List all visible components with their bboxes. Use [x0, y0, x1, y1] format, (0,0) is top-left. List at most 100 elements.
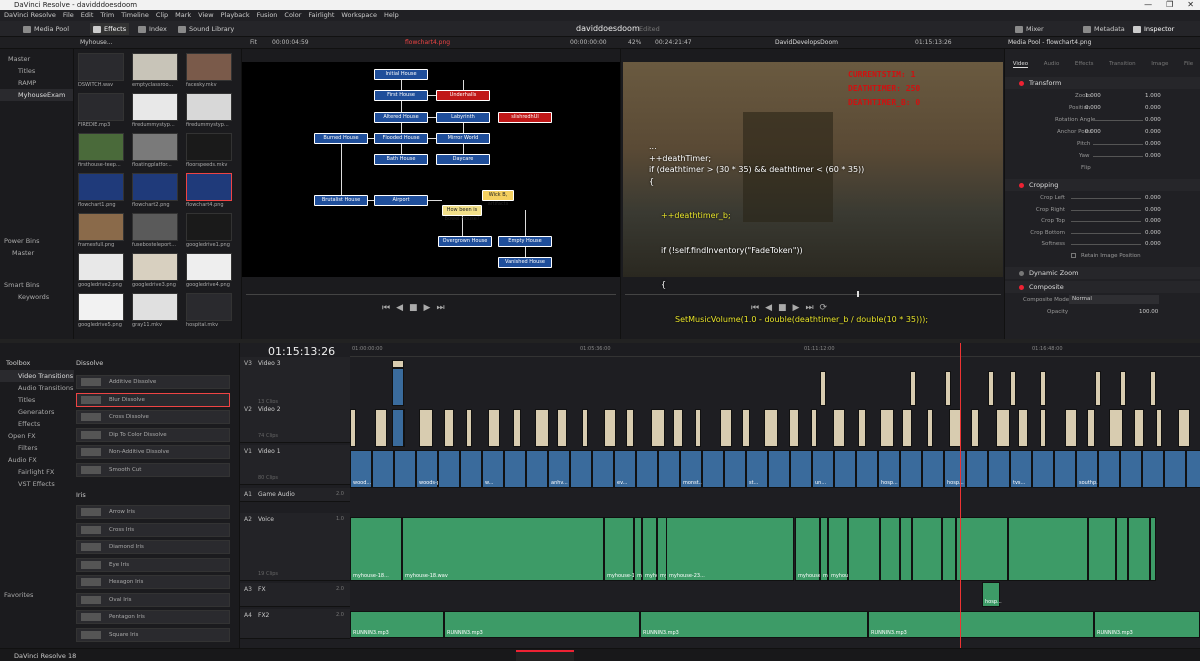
- a2-audio-clip[interactable]: myhouse-21.wav: [795, 517, 841, 581]
- menu-clip[interactable]: Clip: [156, 10, 168, 21]
- v1-clip[interactable]: [504, 450, 526, 488]
- v2-clip[interactable]: [582, 409, 588, 447]
- a2-audio-clip[interactable]: [1088, 517, 1116, 581]
- close-button[interactable]: ✕: [1187, 0, 1194, 10]
- v2-clip[interactable]: [392, 409, 404, 447]
- toolbox-item[interactable]: Fairlight FX: [0, 466, 74, 478]
- v2-clip[interactable]: [927, 409, 933, 447]
- transition-item[interactable]: Oval Iris: [76, 592, 230, 607]
- transition-item[interactable]: Square Iris: [76, 627, 230, 642]
- media-thumbnail[interactable]: facesky.mkv: [186, 53, 232, 89]
- media-thumbnail[interactable]: firedummystyp...: [186, 93, 232, 129]
- media-thumbnail[interactable]: floatingplatfor...: [132, 133, 178, 169]
- v3-clip[interactable]: [1010, 371, 1016, 406]
- transition-item[interactable]: Dip To Color Dissolve: [76, 427, 230, 442]
- v2-clip[interactable]: [466, 409, 472, 447]
- v2-clip[interactable]: [996, 409, 1010, 447]
- v2-clip[interactable]: [651, 409, 665, 447]
- v2-clip[interactable]: [1109, 409, 1123, 447]
- track-header-v1[interactable]: V1 Video 1 80 Clips: [240, 445, 350, 485]
- v2-clip[interactable]: [557, 409, 567, 447]
- index-button[interactable]: Index: [135, 23, 170, 35]
- retain-image-row[interactable]: Retain Image Position: [1005, 251, 1200, 262]
- tab-audio[interactable]: Audio: [1044, 61, 1060, 67]
- smart-bin-keywords[interactable]: Keywords: [0, 291, 73, 303]
- v3-clip[interactable]: [945, 371, 951, 406]
- timeline-transport-controls[interactable]: ⏮◀■▶⏭⟳: [751, 303, 833, 313]
- tab-image[interactable]: Image: [1151, 61, 1168, 67]
- a3-audio-clip[interactable]: hosp...: [982, 582, 1002, 607]
- tab-file[interactable]: File: [1184, 61, 1193, 67]
- v1-clip[interactable]: [372, 450, 394, 488]
- media-thumbnail[interactable]: firedummystyp...: [132, 93, 178, 129]
- timeline-scrubber[interactable]: [625, 294, 1001, 295]
- transform-enable-dot[interactable]: [1019, 81, 1024, 86]
- effects-button[interactable]: Effects: [90, 23, 130, 35]
- menu-help[interactable]: Help: [384, 10, 399, 21]
- crop-slider[interactable]: [1071, 232, 1141, 234]
- v1-clip[interactable]: anhv...: [548, 450, 570, 488]
- section-cropping[interactable]: Cropping: [1005, 179, 1200, 191]
- media-thumbnail[interactable]: DSWITCH.wav: [78, 53, 124, 89]
- menu-fusion[interactable]: Fusion: [257, 10, 278, 21]
- timeline-zoom[interactable]: 42%: [628, 37, 641, 49]
- a2-audio-clip[interactable]: [1116, 517, 1128, 581]
- current-bin[interactable]: Myhouse...: [80, 37, 113, 49]
- menu-workspace[interactable]: Workspace: [341, 10, 377, 21]
- track-header-v2[interactable]: V2 Video 2 74 Clips: [240, 403, 350, 443]
- media-thumbnail[interactable]: googledrive1.png: [186, 213, 232, 249]
- v2-clip[interactable]: [1178, 409, 1190, 447]
- a2-audio-clip[interactable]: [900, 517, 912, 581]
- v1-clip[interactable]: woods-pete...: [416, 450, 453, 488]
- track-header-a4[interactable]: A4 FX2 2.0: [240, 609, 350, 639]
- v1-clip[interactable]: tvs...: [1010, 450, 1032, 488]
- v2-clip[interactable]: [1087, 409, 1095, 447]
- v2-clip[interactable]: [902, 409, 912, 447]
- a4-audio-clip[interactable]: RUNNIN3.mp3: [350, 611, 444, 638]
- a4-audio-clip[interactable]: RUNNIN3.mp3: [868, 611, 1094, 638]
- media-thumbnail[interactable]: googledrive4.png: [186, 253, 232, 289]
- a2-audio-clip[interactable]: myh...: [634, 517, 653, 581]
- v1-clip[interactable]: hosp...: [878, 450, 900, 488]
- transition-item[interactable]: Additive Dissolve: [76, 375, 230, 389]
- a2-audio-clip[interactable]: myhouse-23...: [666, 517, 794, 581]
- toolbox-item[interactable]: Audio Transitions: [0, 382, 74, 394]
- v1-clip[interactable]: [966, 450, 988, 488]
- v2-clip[interactable]: [1134, 409, 1144, 447]
- media-thumbnail[interactable]: emptyclassroo...: [132, 53, 178, 89]
- media-thumbnail[interactable]: hospital.mkv: [186, 293, 232, 329]
- v2-clip[interactable]: [488, 409, 500, 447]
- v1-clip[interactable]: wood...: [350, 450, 372, 488]
- a2-audio-clip[interactable]: myhouse-18...: [350, 517, 402, 581]
- section-dynamic-zoom[interactable]: Dynamic Zoom: [1005, 267, 1200, 279]
- media-thumbnail[interactable]: fusebosteleport...: [132, 213, 178, 249]
- v1-clip[interactable]: [570, 450, 592, 488]
- toolbox-item[interactable]: Video Transitions: [0, 370, 74, 382]
- source-fit[interactable]: Fit: [250, 37, 257, 49]
- v1-clip[interactable]: monst...: [680, 450, 703, 488]
- maximize-button[interactable]: ❐: [1166, 0, 1173, 10]
- track-header-a3[interactable]: A3 FX 2.0: [240, 583, 350, 607]
- transition-item[interactable]: Pentagon Iris: [76, 610, 230, 624]
- sound-library-button[interactable]: Sound Library: [175, 23, 237, 35]
- v1-clip[interactable]: [636, 450, 658, 488]
- a2-audio-clip[interactable]: [848, 517, 880, 581]
- menu-file[interactable]: File: [63, 10, 74, 21]
- a4-audio-clip[interactable]: RUNNIN3.mp3: [640, 611, 868, 638]
- tab-video[interactable]: Video: [1012, 61, 1029, 68]
- transition-item[interactable]: Non-Additive Dissolve: [76, 445, 230, 459]
- v2-clip[interactable]: [535, 409, 549, 447]
- transition-item[interactable]: Blur Dissolve: [76, 392, 230, 407]
- v3-clip[interactable]: [910, 371, 916, 406]
- v3-clip[interactable]: [988, 371, 994, 406]
- a2-audio-clip[interactable]: myhouse-24.wav: [828, 517, 874, 581]
- v1-clip[interactable]: [922, 450, 944, 488]
- v2-clip[interactable]: [604, 409, 616, 447]
- v2-clip[interactable]: [833, 409, 845, 447]
- menu-timeline[interactable]: Timeline: [121, 10, 149, 21]
- media-thumbnail[interactable]: flowchart4.png: [186, 173, 232, 209]
- v3-clip[interactable]: [392, 360, 404, 368]
- v1-clip[interactable]: southp...: [1076, 450, 1101, 488]
- v2-clip[interactable]: [375, 409, 387, 447]
- v3-clip[interactable]: [1150, 371, 1156, 406]
